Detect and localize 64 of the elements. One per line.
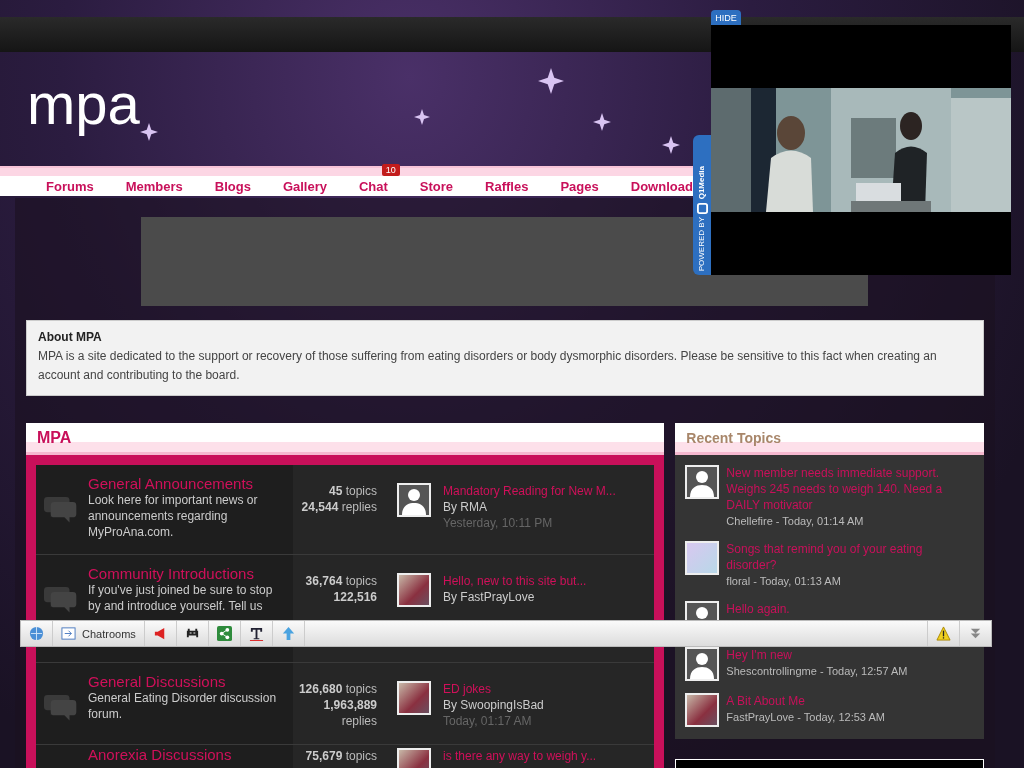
forum-stat: 1,963,889 replies <box>322 697 377 729</box>
nav-link[interactable]: Raffles <box>485 179 529 194</box>
sparkle-icon <box>140 123 158 141</box>
topic-meta: FastPrayLove - Today, 12:53 AM <box>726 710 885 725</box>
last-post-link[interactable]: Hello, new to this site but... <box>443 573 587 589</box>
forum-description: If you've just joined be sure to stop by and introduce yourself. Tell us <box>88 582 274 614</box>
notification-badge: 10 <box>381 164 400 176</box>
nav-link[interactable]: Pages <box>560 179 599 194</box>
nav-link[interactable]: Members <box>125 179 183 194</box>
avatar-icon <box>685 647 720 681</box>
about-text: MPA is a site dedicated to the support or recovery of those suffering from eating disorders or body dysmorphic disorders. Please be sensitive to this fact when creating an account and contributing to the board. <box>38 348 938 384</box>
hide-button[interactable]: HIDE <box>711 10 741 25</box>
powered-by-label: POWERED BY <box>698 216 706 271</box>
forum-title[interactable]: General Discussions <box>88 673 285 690</box>
text-tool-icon <box>248 626 264 641</box>
last-post-link[interactable]: Mandatory Reading for New M... <box>443 483 616 499</box>
forum-description: General Eating Disorder discussion forum. <box>88 690 278 722</box>
nav-link[interactable]: Store <box>419 179 454 194</box>
logo-icon <box>696 202 708 214</box>
last-post-time: Today, 01:17 AM <box>443 713 533 729</box>
topic-meta: floral - Today, 01:13 AM <box>726 574 842 589</box>
forum-title[interactable]: Community Introductions <box>88 565 285 582</box>
sparkle-icon <box>414 109 430 125</box>
forum-description: Look here for important news or announcements regarding MyProAna.com. <box>88 492 259 540</box>
nav-link[interactable]: Blogs <box>214 179 251 194</box>
avatar-icon <box>685 693 720 727</box>
last-post-author: By SwoopingIsBad <box>443 697 544 713</box>
globe-icon <box>29 626 44 641</box>
share-icon <box>216 626 232 641</box>
chatrooms-button[interactable]: Chatrooms <box>53 621 145 646</box>
sparkle-icon <box>538 68 564 94</box>
forum-stat: 45 topics <box>327 483 377 499</box>
category-title[interactable]: MPA <box>37 428 72 447</box>
last-post-link[interactable]: ED jokes <box>443 681 544 697</box>
last-post-author: By FastPrayLove <box>443 589 536 605</box>
brand-label: Q1Media <box>698 166 706 200</box>
avatar-icon <box>685 465 720 499</box>
warning-icon <box>936 626 951 641</box>
last-post-time: Yesterday, 10:11 PM <box>443 515 554 531</box>
nav-link[interactable]: Gallery <box>282 179 327 194</box>
avatar-icon <box>685 541 720 575</box>
nav-link[interactable]: Chat <box>358 179 388 194</box>
video-player[interactable] <box>711 25 1011 275</box>
forum-stat: 122,516 <box>332 589 377 605</box>
forum-title[interactable]: General Announcements <box>88 475 285 492</box>
avatar-icon <box>397 573 431 607</box>
avatar-icon <box>397 681 431 715</box>
sparkle-icon <box>662 136 680 154</box>
forum-stat: 126,680 topics <box>297 681 377 697</box>
panel-title: Recent Topics <box>686 429 781 446</box>
nav-link[interactable]: Forums <box>46 179 94 194</box>
avatar-icon <box>397 483 431 517</box>
up-arrow-icon <box>280 626 296 641</box>
last-post-author: By RMA <box>443 499 488 515</box>
topic-meta: Chellefire - Today, 01:14 AM <box>726 514 865 529</box>
sparkle-icon <box>593 113 611 131</box>
forum-stat: 75,679 topics <box>304 748 377 764</box>
topic-meta: Shescontrollingme - Today, 12:57 AM <box>726 664 908 679</box>
enter-icon <box>61 626 76 641</box>
about-title: About MPA <box>38 329 103 346</box>
forum-stat: 24,544 replies <box>300 499 377 515</box>
nav-link[interactable]: Download <box>630 179 693 194</box>
forum-stat: 36,764 topics <box>304 573 377 589</box>
last-post-link[interactable]: is there any way to weigh y... <box>443 748 597 764</box>
